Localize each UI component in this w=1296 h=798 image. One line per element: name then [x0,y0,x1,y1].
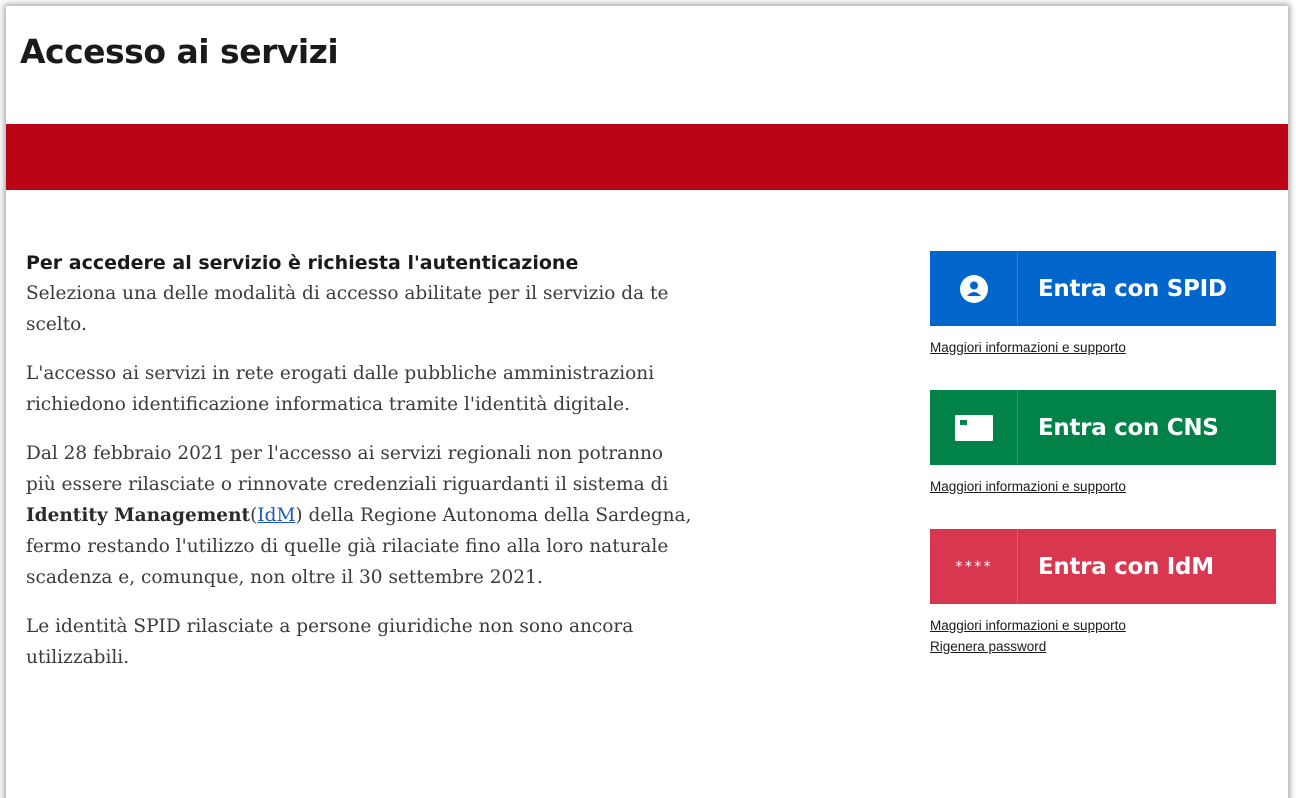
idm-group: **** Entra con IdM Maggiori informazioni… [930,529,1278,654]
idm-login-button[interactable]: **** Entra con IdM [930,529,1276,604]
spid-group: Entra con SPID Maggiori informazioni e s… [930,251,1278,355]
header-band [6,124,1288,190]
auth-info: Per accedere al servizio è richiesta l'a… [26,252,696,691]
idm-login-label: Entra con IdM [1038,553,1214,580]
cns-support-link[interactable]: Maggiori informazioni e supporto [930,479,1278,494]
idm-link[interactable]: IdM [257,505,295,526]
spid-login-label: Entra con SPID [1038,275,1227,302]
password-stars-icon: **** [930,529,1018,604]
page-title: Accesso ai servizi [20,32,339,71]
spid-login-button[interactable]: Entra con SPID [930,251,1276,326]
digital-identity-paragraph: L'accesso ai servizi in rete erogati dal… [26,363,655,415]
cns-login-button[interactable]: Entra con CNS [930,390,1276,465]
intro-paragraph: Seleziona una delle modalità di accesso … [26,283,669,335]
user-circle-icon [930,251,1018,326]
spid-legal-paragraph: Le identità SPID rilasciate a persone gi… [26,616,634,668]
identity-management-bold: Identity Management [26,505,251,526]
idm-notice-text-1: Dal 28 febbraio 2021 per l'accesso ai se… [26,443,669,495]
smart-card-icon [930,390,1018,465]
page-frame: Accesso ai servizi Per accedere al servi… [6,6,1288,798]
login-options: Entra con SPID Maggiori informazioni e s… [930,251,1278,689]
auth-heading: Per accedere al servizio è richiesta l'a… [26,252,579,274]
paren-close: ) [295,505,303,526]
idm-notice-paragraph: Dal 28 febbraio 2021 per l'accesso ai se… [26,438,696,593]
cns-group: Entra con CNS Maggiori informazioni e su… [930,390,1278,494]
idm-support-link[interactable]: Maggiori informazioni e supporto [930,618,1278,633]
spid-support-link[interactable]: Maggiori informazioni e supporto [930,340,1278,355]
regenerate-password-link[interactable]: Rigenera password [930,639,1278,654]
password-stars-text: **** [954,558,993,575]
cns-login-label: Entra con CNS [1038,414,1219,441]
